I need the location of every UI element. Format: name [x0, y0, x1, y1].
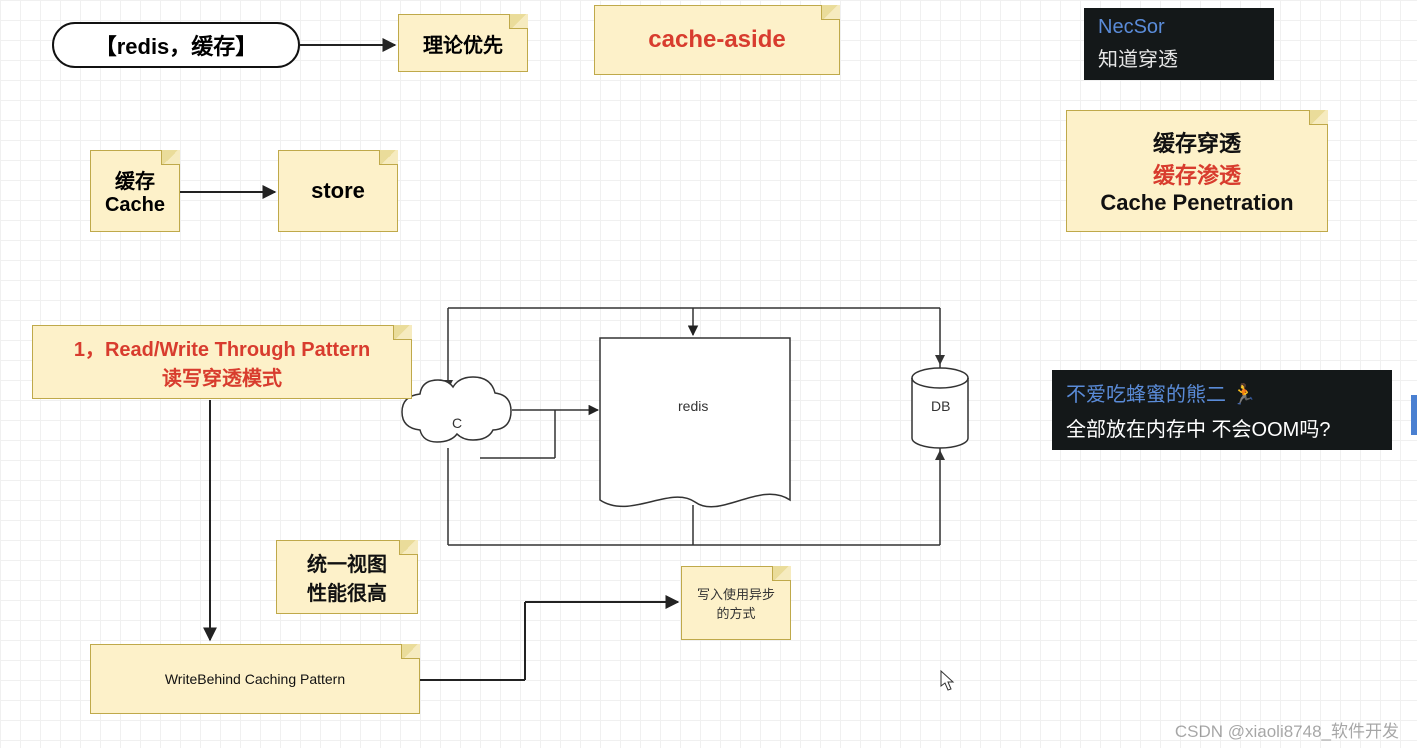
- note-store[interactable]: store: [278, 150, 398, 232]
- chat-box-1: NecSor 知道穿透: [1084, 8, 1274, 80]
- chat2-msg: 全部放在内存中 不会OOM吗?: [1066, 413, 1378, 442]
- note-unified-line2: 性能很高: [307, 577, 387, 606]
- note-rw-line1: 1，Read/Write Through Pattern: [74, 333, 370, 362]
- chat1-msg: 知道穿透: [1098, 43, 1260, 72]
- note-write-behind-text: WriteBehind Caching Pattern: [165, 671, 345, 687]
- note-cache-aside[interactable]: cache-aside: [594, 5, 840, 75]
- redis-label: redis: [678, 398, 708, 414]
- chat-box-2: 不爱吃蜂蜜的熊二 🏃 全部放在内存中 不会OOM吗?: [1052, 370, 1392, 450]
- note-cache-line1: 缓存: [115, 165, 155, 194]
- title-text: 【redis，缓存】: [95, 29, 258, 61]
- note-theory[interactable]: 理论优先: [398, 14, 528, 72]
- note-async[interactable]: 写入使用异步 的方式: [681, 566, 791, 640]
- client-label: C: [452, 415, 462, 431]
- note-cache-line2: Cache: [105, 194, 165, 217]
- note-rw-line2: 读写穿透模式: [162, 362, 282, 391]
- mouse-cursor-icon: [940, 670, 956, 692]
- db-label: DB: [931, 398, 950, 414]
- note-penetration[interactable]: 缓存穿透 缓存渗透 Cache Penetration: [1066, 110, 1328, 232]
- note-unified-view[interactable]: 统一视图 性能很高: [276, 540, 418, 614]
- note-penetration-line3: Cache Penetration: [1100, 190, 1293, 216]
- diag-br-arrowhead: [935, 450, 945, 460]
- note-unified-line1: 统一视图: [307, 548, 387, 577]
- note-rw-through[interactable]: 1，Read/Write Through Pattern 读写穿透模式: [32, 325, 412, 399]
- note-store-text: store: [311, 178, 365, 204]
- diag-right-arrowhead: [935, 355, 945, 365]
- note-async-line1: 写入使用异步: [697, 584, 775, 603]
- running-emoji-icon: 🏃: [1232, 384, 1257, 406]
- diag-left-arrowhead: [443, 380, 453, 390]
- chat2-name-row: 不爱吃蜂蜜的熊二 🏃: [1066, 378, 1378, 407]
- watermark: CSDN @xiaoli8748_软件开发: [1175, 717, 1399, 742]
- accent-bar: [1411, 395, 1417, 435]
- note-write-behind[interactable]: WriteBehind Caching Pattern: [90, 644, 420, 714]
- title-capsule[interactable]: 【redis，缓存】: [52, 22, 300, 68]
- note-async-line2: 的方式: [716, 603, 755, 622]
- note-penetration-line1: 缓存穿透: [1153, 126, 1241, 158]
- note-penetration-line2: 缓存渗透: [1153, 158, 1241, 190]
- diagram-canvas: 【redis，缓存】 理论优先 cache-aside 缓存 Cache sto…: [0, 0, 1417, 748]
- note-theory-text: 理论优先: [423, 29, 503, 58]
- chat1-name: NecSor: [1098, 16, 1260, 39]
- chat2-name: 不爱吃蜂蜜的熊二: [1066, 384, 1226, 406]
- note-cache[interactable]: 缓存 Cache: [90, 150, 180, 232]
- client-cloud: [402, 377, 511, 442]
- note-cache-aside-text: cache-aside: [648, 26, 785, 54]
- redis-shape: [600, 338, 790, 507]
